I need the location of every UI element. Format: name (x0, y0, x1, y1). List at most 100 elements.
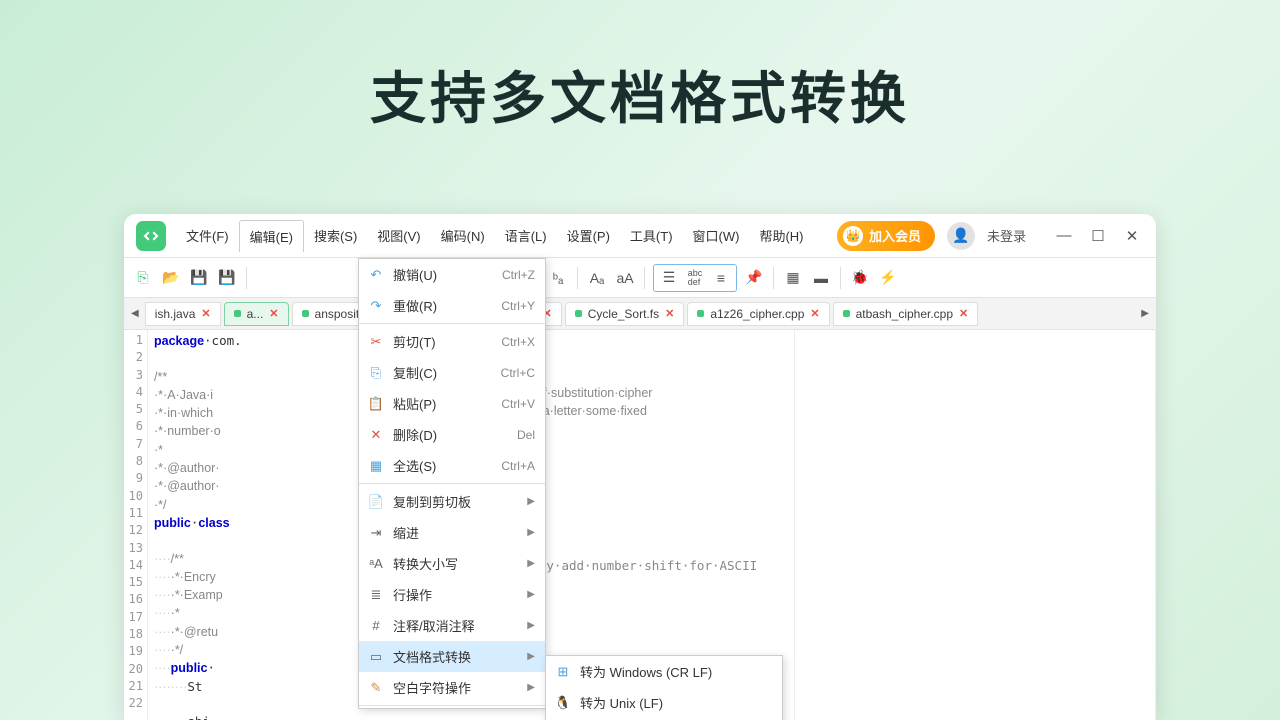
eol-submenu: ⊞转为 Windows (CR LF)🐧转为 Unix (LF)⌘转为 Maci… (545, 655, 783, 720)
menu-icon: ⇥ (367, 524, 385, 542)
menu-item-剪切(T)[interactable]: ✂剪切(T)Ctrl+X (359, 326, 545, 357)
os-icon: 🐧 (554, 694, 572, 712)
close-button[interactable]: ✕ (1124, 227, 1140, 245)
wrap-icon[interactable]: abcdef (684, 267, 706, 289)
submenu-item-转为 Unix (LF)[interactable]: 🐧转为 Unix (LF) (546, 687, 782, 718)
menu-设置(P)[interactable]: 设置(P) (557, 220, 620, 252)
menu-icon: ↶ (367, 266, 385, 284)
chevron-right-icon: ▶ (527, 620, 535, 631)
hero-title: 支持多文档格式转换 (0, 0, 1280, 135)
menu-item-转换大小写[interactable]: ᵃA转换大小写▶ (359, 548, 545, 579)
grid-icon[interactable]: ▦ (782, 267, 804, 289)
menu-帮助(H)[interactable]: 帮助(H) (749, 220, 813, 252)
close-icon[interactable]: ✕ (959, 307, 968, 320)
app-window: 文件(F)编辑(E)搜索(S)视图(V)编码(N)语言(L)设置(P)工具(T)… (124, 214, 1156, 720)
chevron-right-icon: ▶ (527, 682, 535, 693)
tab-bar: ◀ ish.java✕ a...✕anspositionCipher.java✕… (124, 298, 1156, 330)
menu-icon: ↷ (367, 297, 385, 315)
bug-icon[interactable]: 🐞 (849, 267, 871, 289)
menu-item-撤销(U)[interactable]: ↶撤销(U)Ctrl+Z (359, 259, 545, 290)
view-group: ☰ abcdef ≡ (653, 264, 737, 292)
run-icon[interactable]: ⚡ (877, 267, 899, 289)
menu-icon: ▦ (367, 457, 385, 475)
menu-icon: ⎘ (367, 364, 385, 382)
new-file-icon[interactable]: ⎘ (132, 267, 154, 289)
line-gutter: 12345678910111213141516171819202122 (124, 330, 148, 720)
file-tab[interactable]: atbash_cipher.cpp✕ (833, 302, 979, 326)
close-icon[interactable]: ✕ (269, 307, 278, 320)
close-icon[interactable]: ✕ (665, 307, 674, 320)
tab-scroll-left[interactable]: ◀ (128, 308, 142, 319)
close-icon[interactable]: ✕ (810, 307, 819, 320)
modified-dot-icon (697, 310, 704, 317)
case2-icon[interactable]: aA (614, 267, 636, 289)
menu-icon: ▭ (367, 648, 385, 666)
os-icon: ⊞ (554, 663, 572, 681)
menu-窗口(W)[interactable]: 窗口(W) (683, 220, 750, 252)
pin-icon[interactable]: 📌 (743, 267, 765, 289)
chevron-right-icon: ▶ (527, 651, 535, 662)
menu-item-全选(S)[interactable]: ▦全选(S)Ctrl+A (359, 450, 545, 481)
menu-item-粘贴(P)[interactable]: 📋粘贴(P)Ctrl+V (359, 388, 545, 419)
avatar[interactable]: 👤 (947, 222, 975, 250)
save-all-icon[interactable]: 💾 (216, 267, 238, 289)
menu-icon: # (367, 617, 385, 635)
minimize-button[interactable]: — (1056, 227, 1072, 245)
chevron-right-icon: ▶ (527, 589, 535, 600)
file-tab[interactable]: Cycle_Sort.fs✕ (565, 302, 685, 326)
menu-item-删除(D)[interactable]: ✕删除(D)Del (359, 419, 545, 450)
menu-icon: ᵃA (367, 555, 385, 573)
login-status: 未登录 (987, 226, 1026, 245)
file-tab[interactable]: ish.java✕ (145, 302, 221, 326)
close-icon[interactable]: ✕ (201, 307, 210, 320)
menu-icon: ≣ (367, 586, 385, 604)
menu-icon: ✎ (367, 679, 385, 697)
menu-文件(F)[interactable]: 文件(F) (176, 220, 239, 252)
tab-scroll-right[interactable]: ▶ (1138, 308, 1152, 319)
save-icon[interactable]: 💾 (188, 267, 210, 289)
submenu-item-转为 Windows (CR LF)[interactable]: ⊞转为 Windows (CR LF) (546, 656, 782, 687)
menu-语言(L)[interactable]: 语言(L) (495, 220, 557, 252)
modified-dot-icon (843, 310, 850, 317)
menu-icon: ✂ (367, 333, 385, 351)
case-icon[interactable]: Aₐ (586, 267, 608, 289)
menu-icon: 📋 (367, 395, 385, 413)
terminal-icon[interactable]: ▬ (810, 267, 832, 289)
file-tab[interactable]: a...✕ (224, 302, 289, 326)
menu-item-缩进[interactable]: ⇥缩进▶ (359, 517, 545, 548)
chevron-right-icon: ▶ (527, 496, 535, 507)
chevron-right-icon: ▶ (527, 558, 535, 569)
edit-menu-dropdown: ↶撤销(U)Ctrl+Z↷重做(R)Ctrl+Y ✂剪切(T)Ctrl+X⎘复制(… (358, 258, 546, 709)
app-logo (136, 221, 166, 251)
menu-item-文档格式转换[interactable]: ▭文档格式转换▶ (359, 641, 545, 672)
member-label: 加入会员 (869, 226, 921, 245)
chevron-right-icon: ▶ (527, 527, 535, 538)
menu-编码(N)[interactable]: 编码(N) (431, 220, 495, 252)
menu-item-空白字符操作[interactable]: ✎空白字符操作▶ (359, 672, 545, 703)
indent-icon[interactable]: ≡ (710, 267, 732, 289)
modified-dot-icon (302, 310, 309, 317)
member-button[interactable]: 👑 加入会员 (837, 221, 935, 251)
list-icon[interactable]: ☰ (658, 267, 680, 289)
menu-item-注释/取消注释[interactable]: #注释/取消注释▶ (359, 610, 545, 641)
menu-视图(V)[interactable]: 视图(V) (367, 220, 430, 252)
title-bar: 文件(F)编辑(E)搜索(S)视图(V)编码(N)语言(L)设置(P)工具(T)… (124, 214, 1156, 258)
menu-item-行操作[interactable]: ≣行操作▶ (359, 579, 545, 610)
menu-编辑(E)[interactable]: 编辑(E) (239, 220, 304, 252)
modified-dot-icon (575, 310, 582, 317)
crown-icon: 👑 (843, 226, 863, 246)
modified-dot-icon (234, 310, 241, 317)
replace-icon[interactable]: ᵇₐ (547, 267, 569, 289)
menu-item-重做(R)[interactable]: ↷重做(R)Ctrl+Y (359, 290, 545, 321)
menu-工具(T)[interactable]: 工具(T) (620, 220, 683, 252)
toolbar: ⎘ 📂 💾 💾 🔍 🔍 🔎 ᵇₐ Aₐ aA ☰ abcdef ≡ 📌 ▦ ▬ … (124, 258, 1156, 298)
menu-item-复制到剪切板[interactable]: 📄复制到剪切板▶ (359, 486, 545, 517)
menu-icon: ✕ (367, 426, 385, 444)
menu-item-复制(C)[interactable]: ⎘复制(C)Ctrl+C (359, 357, 545, 388)
maximize-button[interactable]: ☐ (1090, 227, 1106, 245)
open-file-icon[interactable]: 📂 (160, 267, 182, 289)
menu-搜索(S)[interactable]: 搜索(S) (304, 220, 367, 252)
menu-bar: 文件(F)编辑(E)搜索(S)视图(V)编码(N)语言(L)设置(P)工具(T)… (176, 220, 814, 252)
menu-icon: 📄 (367, 493, 385, 511)
file-tab[interactable]: a1z26_cipher.cpp✕ (687, 302, 829, 326)
